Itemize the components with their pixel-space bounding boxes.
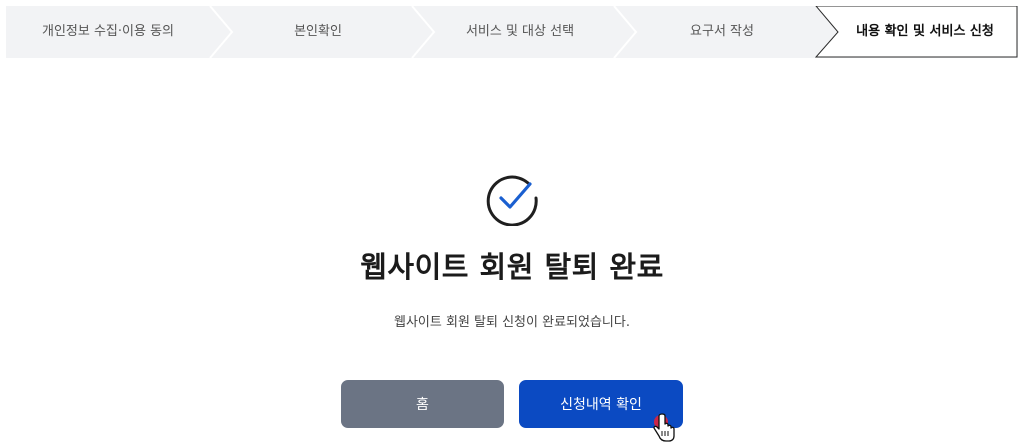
- step-1-privacy-consent: 개인정보 수집·이용 동의: [42, 24, 174, 39]
- page: 개인정보 수집·이용 동의 본인확인 서비스 및 대상 선택 요구서 작성 내용…: [0, 0, 1024, 447]
- hand-pointer-cursor-icon: [653, 413, 675, 442]
- check-circle-icon: [486, 175, 538, 226]
- page-title: 웹사이트 회원 탈퇴 완료: [360, 250, 664, 284]
- step-3-service-selection: 서비스 및 대상 선택: [465, 24, 575, 39]
- home-button[interactable]: 홈: [341, 380, 504, 428]
- step-progress-bar: 개인정보 수집·이용 동의 본인확인 서비스 및 대상 선택 요구서 작성 내용…: [6, 6, 1018, 58]
- step-2-identity-verification: 본인확인: [294, 24, 342, 39]
- result-description: 웹사이트 회원 탈퇴 신청이 완료되었습니다.: [394, 315, 630, 330]
- step-4-request-writing: 요구서 작성: [690, 24, 754, 39]
- step-5-confirm-and-apply: 내용 확인 및 서비스 신청: [856, 24, 994, 39]
